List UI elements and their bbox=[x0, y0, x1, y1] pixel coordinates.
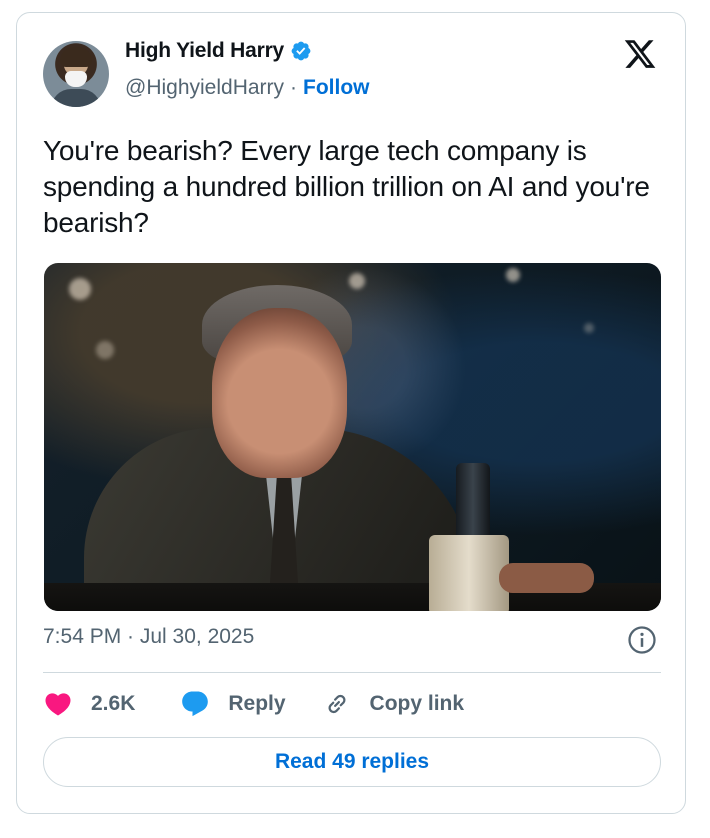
copy-link-button[interactable]: Copy link bbox=[322, 689, 465, 719]
man-hand bbox=[499, 563, 594, 593]
reply-button[interactable]: Reply bbox=[180, 689, 286, 719]
like-button[interactable]: 2.6K bbox=[43, 689, 135, 719]
bokeh-light bbox=[349, 273, 365, 289]
author-name-row: High Yield Harry bbox=[125, 39, 312, 63]
bokeh-light bbox=[584, 323, 594, 333]
separator-dot: · bbox=[290, 76, 298, 99]
like-count: 2.6K bbox=[91, 692, 136, 715]
avatar-face-mask bbox=[65, 71, 87, 87]
author-display-name[interactable]: High Yield Harry bbox=[125, 39, 284, 63]
tweet-timestamp[interactable]: 7:54 PM · Jul 30, 2025 bbox=[43, 625, 254, 649]
tweet-media-image[interactable] bbox=[44, 263, 661, 611]
avatar-shirt bbox=[51, 89, 101, 107]
author-handle[interactable]: @HighyieldHarry bbox=[125, 76, 284, 100]
tweet-actions-bar: 2.6K Reply Copy link bbox=[43, 689, 464, 719]
bokeh-light bbox=[506, 268, 520, 282]
speech-bubble-icon bbox=[182, 691, 209, 717]
bokeh-light bbox=[69, 278, 91, 300]
follow-button[interactable]: Follow bbox=[303, 76, 370, 100]
avatar[interactable] bbox=[43, 41, 109, 107]
tweet-embed-card: High Yield Harry @HighyieldHarry · Follo… bbox=[16, 12, 686, 814]
link-icon bbox=[328, 694, 346, 714]
read-replies-button[interactable]: Read 49 replies bbox=[43, 737, 661, 787]
verified-badge-icon bbox=[291, 41, 311, 61]
avatar-hair bbox=[60, 47, 92, 67]
coffee-mug bbox=[429, 535, 509, 611]
heart-icon bbox=[45, 693, 71, 716]
man-face bbox=[212, 308, 347, 478]
tweet-text: You're bearish? Every large tech company… bbox=[43, 135, 650, 238]
author-handle-row: @HighyieldHarry · Follow bbox=[125, 76, 370, 100]
divider bbox=[43, 672, 661, 673]
info-icon[interactable] bbox=[627, 625, 657, 655]
copy-link-label: Copy link bbox=[369, 692, 465, 715]
bokeh-light bbox=[96, 341, 114, 359]
reply-label: Reply bbox=[228, 692, 286, 715]
x-logo-icon[interactable] bbox=[623, 37, 657, 71]
